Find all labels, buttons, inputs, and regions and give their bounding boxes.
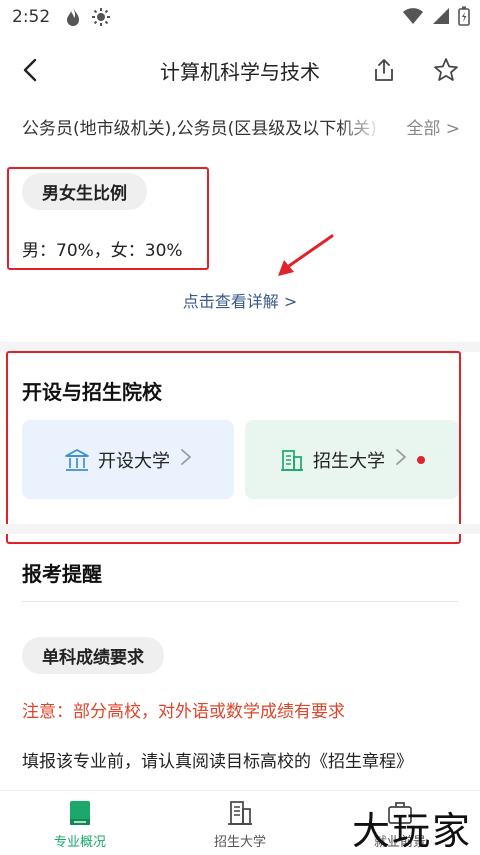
page-title: 计算机科学与技术	[160, 60, 320, 84]
detail-link[interactable]: 点击查看详解 >	[0, 288, 480, 312]
tab-overview-label: 专业概况	[53, 835, 106, 850]
tab-universities[interactable]: 招生大学	[185, 799, 295, 850]
status-right	[402, 6, 470, 31]
brightness-icon	[90, 6, 112, 28]
divider-line	[22, 601, 458, 602]
book-icon	[70, 801, 90, 825]
fill-in-text: 填报该专业前，请认真阅读目标高校的《招生章程》	[22, 752, 413, 772]
tab-universities-label: 招生大学	[213, 835, 266, 850]
status-bar: 2:52	[0, 0, 480, 34]
watermark: 大玩家	[351, 809, 472, 853]
signal-icon	[432, 7, 450, 30]
nav-bar: 计算机科学与技术	[0, 34, 480, 106]
share-button[interactable]	[368, 54, 400, 86]
jobs-text: 公务员(地市级机关),公务员(区县级及以下机关)	[22, 118, 377, 139]
subject-requirement-pill: 单科成绩要求	[22, 637, 164, 674]
building-icon	[228, 801, 252, 825]
jobs-all-link[interactable]: 全部 >	[406, 114, 460, 139]
tab-overview[interactable]: 专业概况	[25, 799, 135, 850]
flame-icon	[62, 6, 84, 28]
wifi-icon	[402, 7, 424, 30]
status-time: 2:52	[12, 7, 51, 27]
star-icon	[434, 58, 458, 81]
reminder-section-title: 报考提醒	[22, 562, 102, 586]
share-icon	[375, 59, 393, 81]
battery-icon	[458, 6, 470, 31]
annotation-box-gender	[7, 167, 209, 270]
notice-text: 注意：部分高校，对外语或数学成绩有要求	[22, 702, 345, 722]
favorite-button[interactable]	[430, 54, 462, 86]
annotation-box-schools	[6, 351, 461, 544]
annotation-arrow-icon	[278, 234, 334, 276]
jobs-row: 公务员(地市级机关),公务员(区县级及以下机关) 全部 >	[22, 112, 462, 140]
section-divider	[0, 524, 480, 534]
